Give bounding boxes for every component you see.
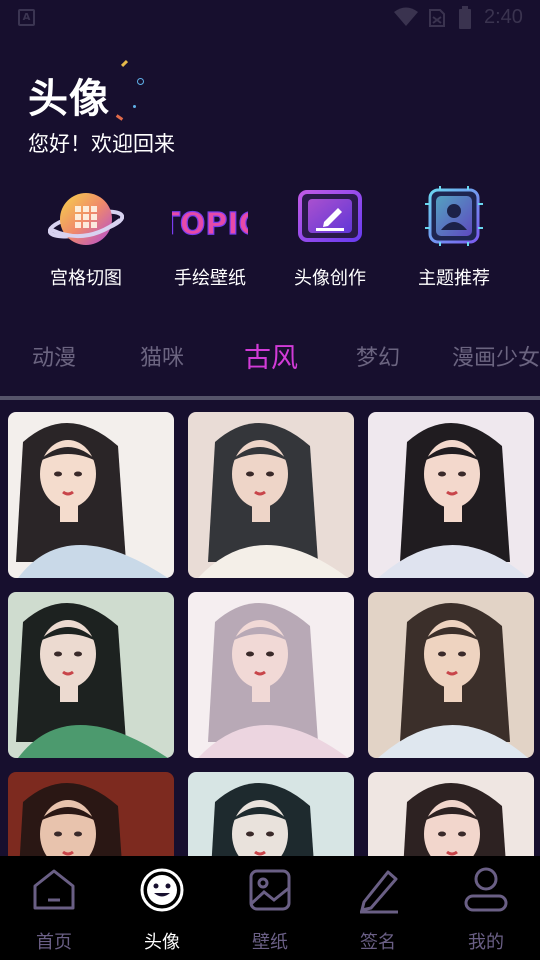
user-icon [464, 867, 508, 912]
category-tabs: 动漫 猫咪 古风 梦幻 漫画少女 [0, 336, 540, 376]
status-time: 2:40 [484, 6, 523, 28]
nav-mine[interactable]: 我的 [432, 856, 540, 960]
nav-label: 签名 [360, 932, 396, 953]
decoration-dash [120, 59, 129, 68]
feature-label: 手绘壁纸 [174, 268, 246, 289]
avatar-thumbnail[interactable] [368, 592, 534, 758]
portrait-illustration [188, 412, 354, 578]
topic-icon: TOPIC [159, 186, 261, 252]
topic-text: TOPIC [172, 207, 248, 242]
nav-label: 头像 [144, 932, 180, 953]
avatar-thumbnail[interactable] [8, 592, 174, 758]
portrait-illustration [368, 412, 534, 578]
nav-wallpaper[interactable]: 壁纸 [216, 856, 324, 960]
decoration-dash [115, 114, 124, 121]
tab-ancient-style[interactable]: 古风 [244, 336, 298, 375]
app-notification-icon: A [18, 9, 35, 26]
feature-theme-recommend[interactable]: 主题推荐 [394, 186, 514, 289]
avatar-thumbnail[interactable] [188, 412, 354, 578]
page-title: 头像 [28, 76, 110, 122]
welcome-subtitle: 您好！欢迎回来 [28, 132, 175, 156]
nav-avatar[interactable]: 头像 [108, 856, 216, 960]
tab-cat[interactable]: 猫咪 [140, 340, 184, 372]
feature-label: 主题推荐 [418, 268, 490, 289]
avatar-thumbnail[interactable] [188, 592, 354, 758]
status-bar: A 2:40 [0, 0, 540, 36]
nav-label: 壁纸 [252, 932, 288, 953]
tab-manga-girl[interactable]: 漫画少女 [452, 340, 540, 372]
bottom-navigation: 首页 头像 壁纸 签名 我的 [0, 856, 540, 960]
avatar-frame-icon [416, 186, 492, 252]
tab-fantasy[interactable]: 梦幻 [356, 340, 400, 372]
portrait-illustration [368, 592, 534, 758]
edit-card-icon [292, 186, 368, 252]
nav-label: 首页 [36, 932, 72, 953]
portrait-illustration [8, 592, 174, 758]
portrait-illustration [8, 412, 174, 578]
wifi-icon [394, 7, 418, 26]
feature-grid-cut[interactable]: 宫格切图 [26, 186, 146, 289]
avatar-thumbnail[interactable] [8, 412, 174, 578]
decoration-ring [137, 78, 144, 85]
sim-card-icon [429, 9, 445, 27]
decoration-dot [133, 105, 136, 108]
feature-label: 宫格切图 [50, 268, 122, 289]
home-icon [33, 869, 75, 910]
feature-hand-drawn-wallpaper[interactable]: TOPIC 手绘壁纸 [150, 186, 270, 289]
tab-divider [0, 396, 540, 400]
image-icon [249, 869, 291, 911]
grid-planet-icon [47, 186, 125, 252]
pen-icon [360, 870, 398, 914]
tab-anime[interactable]: 动漫 [32, 340, 76, 372]
nav-signature[interactable]: 签名 [324, 856, 432, 960]
avatar-thumbnail[interactable] [368, 412, 534, 578]
smiley-icon [140, 868, 184, 912]
nav-home[interactable]: 首页 [0, 856, 108, 960]
feature-avatar-create[interactable]: 头像创作 [270, 186, 390, 289]
feature-label: 头像创作 [294, 268, 366, 289]
nav-label: 我的 [468, 932, 504, 953]
portrait-illustration [188, 592, 354, 758]
battery-icon [459, 6, 471, 29]
